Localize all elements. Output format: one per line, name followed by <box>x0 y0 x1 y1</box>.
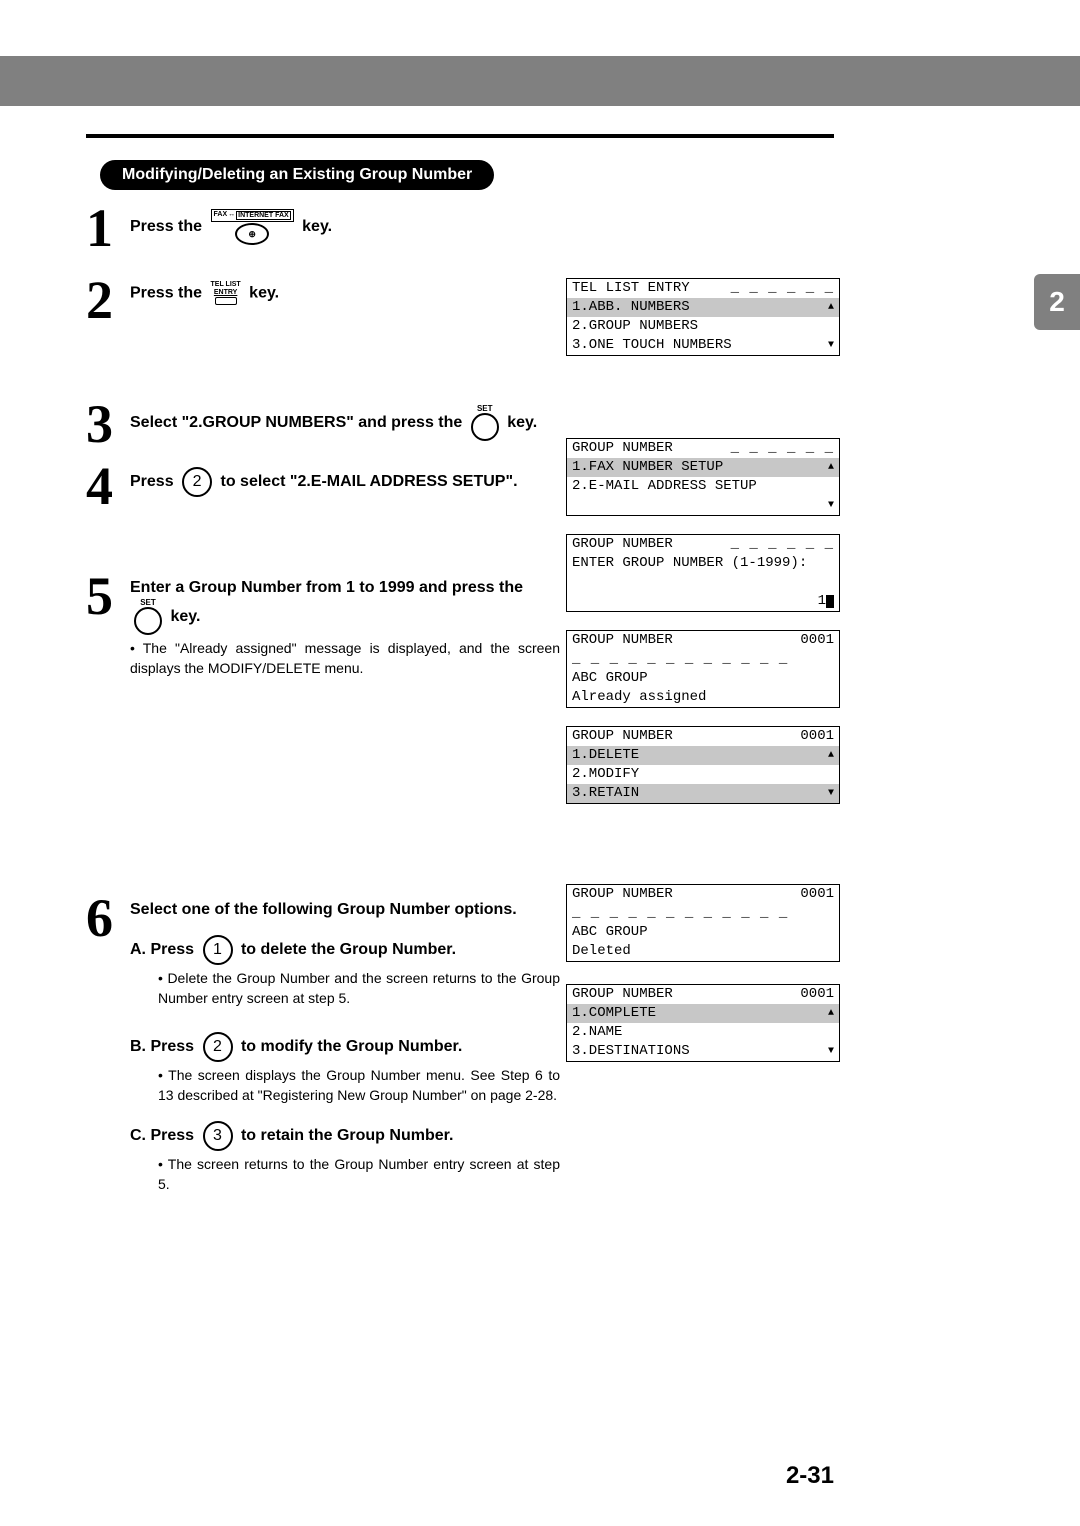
up-arrow-icon: ▲ <box>828 1004 834 1023</box>
lcd-tel-list: TEL LIST ENTRY _ _ _ _ _ _ 1.ABB. NUMBERS… <box>566 278 840 356</box>
down-arrow-icon: ▼ <box>828 336 834 355</box>
down-arrow-icon: ▼ <box>828 784 834 803</box>
lcd-line: GROUP NUMBER <box>572 535 673 554</box>
step-number: 1 <box>86 201 130 255</box>
cursor-icon <box>826 595 834 608</box>
step-5-text-b: key. <box>170 609 200 626</box>
lcd-dash: _ _ _ _ _ _ _ _ _ _ _ _ <box>572 650 788 669</box>
lcd-dash: _ _ _ _ _ _ _ _ _ _ _ _ <box>572 904 788 923</box>
section-title: Modifying/Deleting an Existing Group Num… <box>100 160 494 190</box>
step-1-text-a: Press the <box>130 218 202 235</box>
lcd-dash: _ _ _ _ _ _ <box>731 439 834 458</box>
top-rule <box>86 134 834 138</box>
up-arrow-icon: ▲ <box>828 746 834 765</box>
lcd-line: 1.DELETE <box>572 746 639 765</box>
up-arrow-icon: ▲ <box>828 298 834 317</box>
lcd-value: 0001 <box>800 885 834 904</box>
step-6c-label: C. Press <box>130 1128 194 1145</box>
lcd-line: 1.ABB. NUMBERS <box>572 298 690 317</box>
header-bar <box>0 56 1080 106</box>
lcd-line: 1.COMPLETE <box>572 1004 656 1023</box>
lcd-line: TEL LIST ENTRY <box>572 279 690 298</box>
set-key-icon: SET <box>134 599 162 635</box>
step-5-bullet: • The "Already assigned" message is disp… <box>130 639 560 678</box>
step-number: 4 <box>86 459 130 513</box>
step-6b-bullet: • The screen displays the Group Number m… <box>158 1066 560 1105</box>
fax-arrow-icon: ↔ <box>228 211 235 220</box>
lcd-line: GROUP NUMBER <box>572 985 673 1004</box>
lcd-line: ABC GROUP <box>572 923 648 942</box>
step-5-text-a: Enter a Group Number from 1 to 1999 and … <box>130 579 523 596</box>
step-6a-tail: to delete the Group Number. <box>241 941 456 958</box>
step-number: 2 <box>86 273 130 327</box>
key-2-icon: 2 <box>182 467 212 497</box>
step-4-text-b: to select "2.E-MAIL ADDRESS SETUP". <box>221 473 518 490</box>
step-6-title: Select one of the following Group Number… <box>130 899 560 921</box>
down-arrow-icon: ▼ <box>828 1042 834 1061</box>
step-1-text-b: key. <box>302 218 332 235</box>
entry-key-mid: ENTRY <box>214 289 237 297</box>
lcd-already-assigned: GROUP NUMBER 0001 _ _ _ _ _ _ _ _ _ _ _ _… <box>566 630 840 708</box>
key-1-icon: 1 <box>203 935 233 965</box>
lcd-line: 2.MODIFY <box>572 765 639 784</box>
set-label: SET <box>477 405 493 413</box>
chapter-side-tab: 2 <box>1034 274 1080 330</box>
step-number: 6 <box>86 891 130 945</box>
lcd-line: GROUP NUMBER <box>572 885 673 904</box>
lcd-line: ABC GROUP <box>572 669 648 688</box>
lcd-line: GROUP NUMBER <box>572 631 673 650</box>
lcd-line: 3.RETAIN <box>572 784 639 803</box>
lcd-line: GROUP NUMBER <box>572 439 673 458</box>
lcd-value: 0001 <box>800 631 834 650</box>
step-3-text-a: Select "2.GROUP NUMBERS" and press the <box>130 414 462 431</box>
step-2-text-b: key. <box>249 284 279 301</box>
lcd-line: 3.DESTINATIONS <box>572 1042 690 1061</box>
step-6a-bullet: • Delete the Group Number and the screen… <box>158 969 560 1008</box>
lcd-value: 0001 <box>800 727 834 746</box>
step-number: 3 <box>86 397 130 451</box>
lcd-modify-menu: GROUP NUMBER 0001 1.COMPLETE ▲ 2.NAME 3.DE… <box>566 984 840 1062</box>
lcd-enter-number: GROUP NUMBER _ _ _ _ _ _ ENTER GROUP NUMB… <box>566 534 840 612</box>
lcd-line: ENTER GROUP NUMBER (1-1999): <box>572 554 807 573</box>
key-3-icon: 3 <box>203 1121 233 1151</box>
down-arrow-icon: ▼ <box>828 496 834 515</box>
lcd-dash: _ _ _ _ _ _ <box>731 535 834 554</box>
lcd-deleted: GROUP NUMBER 0001 _ _ _ _ _ _ _ _ _ _ _ _… <box>566 884 840 962</box>
up-arrow-icon: ▲ <box>828 458 834 477</box>
step-6c-bullet: • The screen returns to the Group Number… <box>158 1155 560 1194</box>
fax-internet-key-icon: FAX ↔ INTERNET FAX ⊕ <box>211 209 294 245</box>
lcd-group-menu: GROUP NUMBER _ _ _ _ _ _ 1.FAX NUMBER SET… <box>566 438 840 516</box>
step-2-text-a: Press the <box>130 284 202 301</box>
lcd-line: 3.ONE TOUCH NUMBERS <box>572 336 732 355</box>
lcd-line: 1.FAX NUMBER SETUP <box>572 458 723 477</box>
step-6b-tail: to modify the Group Number. <box>241 1038 462 1055</box>
lcd-line: Already assigned <box>572 688 706 707</box>
set-key-icon: SET <box>471 405 499 441</box>
lcd-line: 2.NAME <box>572 1023 622 1042</box>
fax-label-left: FAX <box>214 211 228 220</box>
set-label: SET <box>140 599 156 607</box>
entry-key-top: TEL LIST <box>211 281 241 289</box>
step-3-text-b: key. <box>507 414 537 431</box>
key-2-icon: 2 <box>203 1032 233 1062</box>
lcd-line: 2.GROUP NUMBERS <box>572 317 698 336</box>
fax-label-right: INTERNET FAX <box>236 211 291 220</box>
step-6c-tail: to retain the Group Number. <box>241 1128 453 1145</box>
lcd-value: 0001 <box>800 985 834 1004</box>
lcd-line: 1 <box>818 592 826 611</box>
step-number: 5 <box>86 569 130 623</box>
tel-list-entry-key-icon: TEL LIST ENTRY <box>211 281 241 305</box>
lcd-line: Deleted <box>572 942 631 961</box>
lcd-modify-delete-menu: GROUP NUMBER 0001 1.DELETE ▲ 2.MODIFY 3.RE… <box>566 726 840 804</box>
step-4-text-a: Press <box>130 473 174 490</box>
step-6a-label: A. Press <box>130 941 194 958</box>
step-1: 1 Press the FAX ↔ INTERNET FAX ⊕ key. <box>86 201 846 255</box>
lcd-dash: _ _ _ _ _ _ <box>731 279 834 298</box>
lcd-line: GROUP NUMBER <box>572 727 673 746</box>
step-6b-label: B. Press <box>130 1038 194 1055</box>
page-number: 2-31 <box>786 1462 834 1490</box>
lcd-line: 2.E-MAIL ADDRESS SETUP <box>572 477 757 496</box>
